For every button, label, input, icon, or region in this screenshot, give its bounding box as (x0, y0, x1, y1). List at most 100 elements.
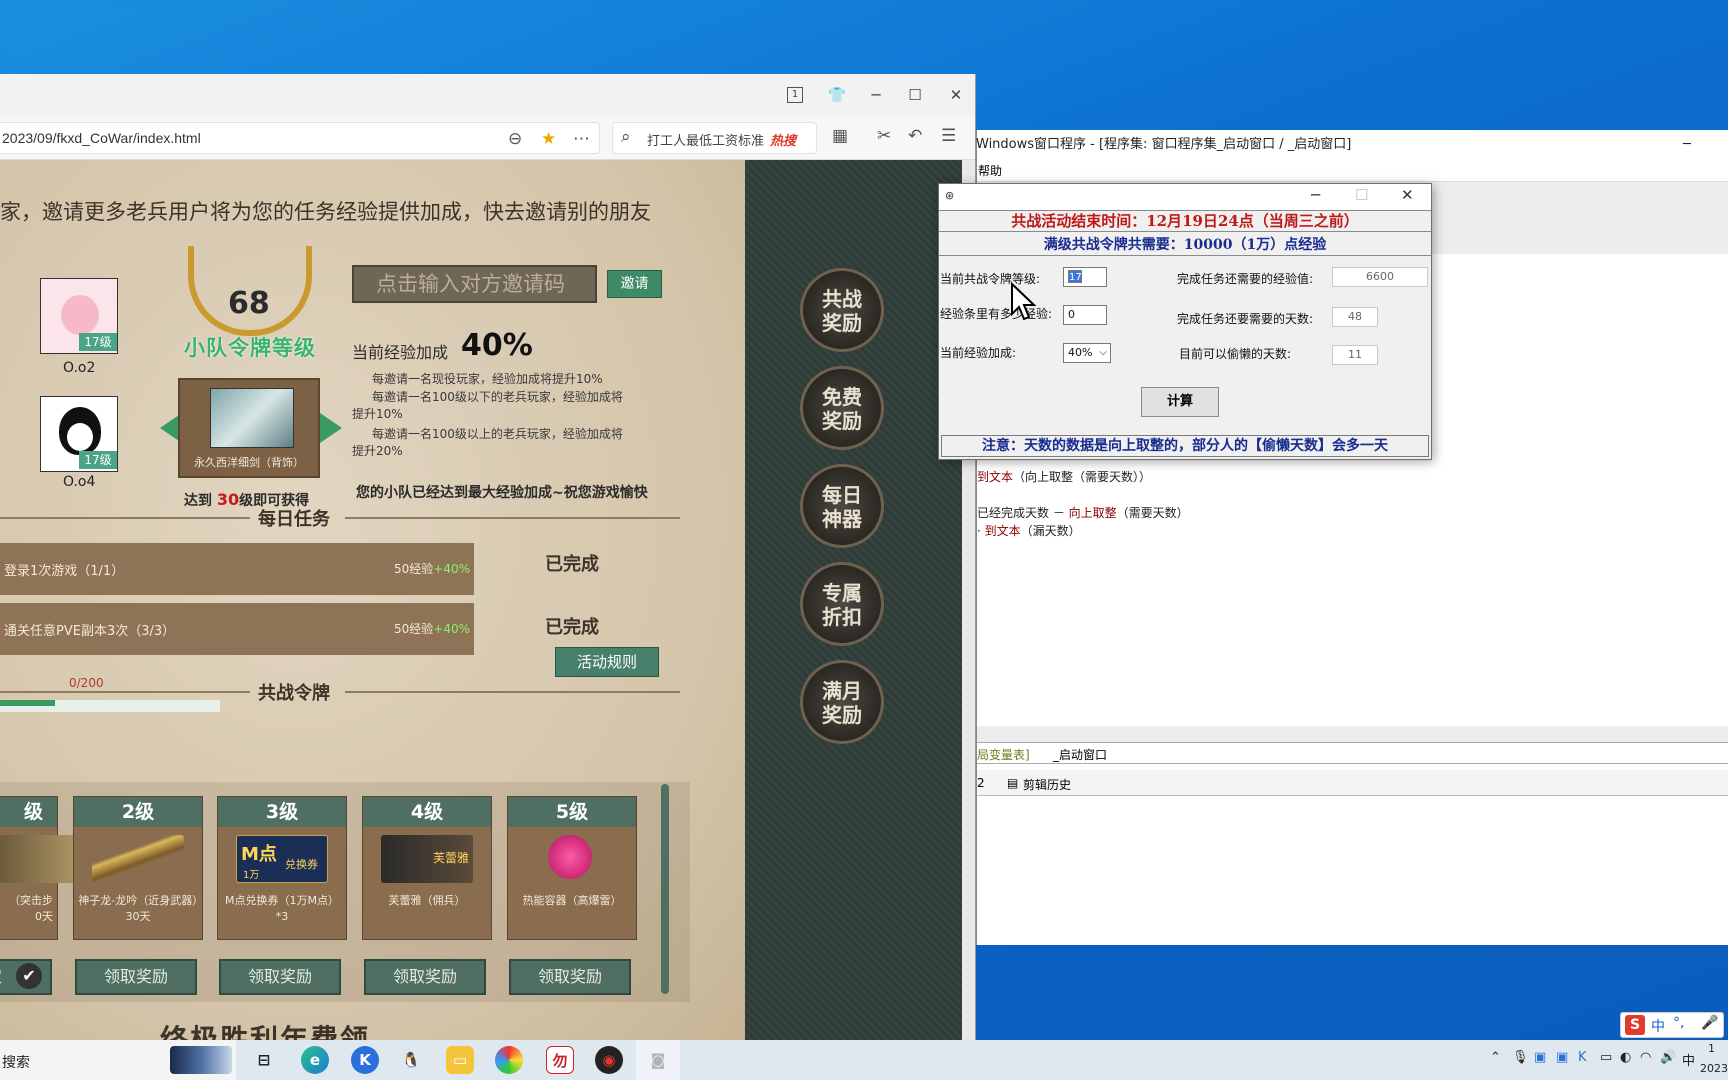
friend-name-1: O.o2 (63, 360, 96, 376)
tab-counter-icon[interactable]: 1 (787, 87, 803, 103)
file-explorer-icon[interactable]: ▭ (446, 1046, 474, 1074)
close-button[interactable]: ✕ (943, 82, 969, 108)
taskbar: 搜索 ⊟ e K 🐧 ▭ 勿 ◉ ◙ ⌃ 🎙 ▣ ▣ K ▭ ◐ ◠ 🔊 中 1… (0, 1040, 1728, 1080)
tab-2[interactable]: 2 (977, 776, 985, 790)
browser-window: 1 👕 ─ ☐ ✕ 2023/09/fkxd_CoWar/index.html … (0, 74, 976, 1040)
maximize-button[interactable]: ☐ (902, 82, 928, 108)
claim-button-4[interactable]: 领取奖励 (364, 959, 486, 995)
close-button[interactable]: ✕ (1401, 186, 1414, 204)
minimize-button[interactable]: ─ (863, 82, 889, 108)
battery-icon[interactable]: ▭ (1600, 1050, 1612, 1065)
activity-rules-button[interactable]: 活动规则 (555, 647, 659, 677)
label-bonus: 当前经验加成: (940, 346, 1017, 360)
zoom-out-icon[interactable]: ⊖ (508, 129, 522, 149)
maximize-button: ☐ (1355, 186, 1369, 204)
tab-startup-window[interactable]: _启动窗口 (1053, 746, 1107, 763)
wifi-icon[interactable]: ◠ (1640, 1050, 1651, 1065)
side-button-full-moon[interactable]: 满月 奖励 (800, 660, 884, 744)
team-level-title: 小队令牌等级 (184, 336, 316, 360)
reward-image (210, 388, 294, 448)
task-status: 已完成 (545, 617, 599, 638)
claim-button-3[interactable]: 领取奖励 (219, 959, 341, 995)
tray-app-icon[interactable]: ▣ (1556, 1050, 1568, 1065)
invite-code-input[interactable]: 点击输入对方邀请码 (352, 265, 597, 303)
edge-icon[interactable]: e (301, 1046, 329, 1074)
maxed-text: 您的小队已经达到最大经验加成~祝您游戏愉快 (356, 485, 648, 501)
skin-icon[interactable]: 👕 (824, 82, 850, 108)
task-view-icon[interactable]: ⊟ (250, 1046, 278, 1074)
k-tray-icon[interactable]: K (1578, 1050, 1587, 1065)
token-title: 共战令牌 (258, 683, 330, 704)
browser-360-icon[interactable] (495, 1046, 523, 1074)
friend-name-2: O.o4 (63, 474, 96, 490)
url-field[interactable]: 2023/09/fkxd_CoWar/index.html ⊖ ★ ⋯ (0, 122, 600, 154)
friend-avatar-1[interactable]: 17级 (40, 278, 118, 354)
ide-tabs: 局变量表] _启动窗口 (977, 742, 1728, 764)
recorder-icon[interactable]: ◉ (595, 1046, 623, 1074)
search-box[interactable]: ⌕ 打工人最低工资标准 热搜 (612, 122, 817, 154)
next-reward-arrow[interactable] (320, 413, 342, 443)
dialog-titlebar: ⊛ ─ ☐ ✕ (939, 184, 1431, 210)
side-button-battle-reward[interactable]: 共战 奖励 (800, 268, 884, 352)
volume-icon[interactable]: 🔊 (1660, 1050, 1676, 1065)
side-button-daily-artifact[interactable]: 每日 神器 (800, 464, 884, 548)
friend-level-badge: 17级 (79, 333, 117, 351)
tray-up-icon[interactable]: ⌃ (1490, 1050, 1501, 1065)
game-app-icon[interactable]: 勿 (546, 1046, 574, 1074)
menu-help[interactable]: 帮助 (978, 160, 1002, 182)
tab-clip-history[interactable]: 剪辑历史 (1023, 776, 1071, 793)
clock-time[interactable]: 1 (1708, 1042, 1715, 1055)
mercenary-image: 芙蕾雅 (381, 835, 473, 883)
calculate-button[interactable]: 计算 (1141, 387, 1219, 417)
tier-scrollbar[interactable] (661, 784, 669, 994)
qq-icon[interactable]: 🐧 (397, 1046, 425, 1074)
tier-card-1: 级 （突击步 0天 (0, 796, 91, 940)
apps-grid-icon[interactable]: ▦ (832, 126, 848, 146)
active-app-highlight (636, 1040, 680, 1080)
clock-date[interactable]: 2023 (1700, 1062, 1728, 1075)
ide-strip (977, 726, 1728, 742)
claim-button-5[interactable]: 领取奖励 (509, 959, 631, 995)
search-text: 打工人最低工资标准 (647, 134, 765, 149)
favorite-star-icon[interactable]: ★ (541, 129, 556, 149)
side-button-free-reward[interactable]: 免费 奖励 (800, 366, 884, 450)
ime-toolbar[interactable]: S 中 °, 🎤 (1620, 1012, 1724, 1038)
taskbar-search[interactable]: 搜索 (0, 1040, 236, 1080)
clipboard-icon: ▤ (1007, 776, 1019, 790)
rule-line-4: 每邀请一名100级以上的老兵玩家，经验加成将 (372, 427, 623, 441)
qq-tray-icon[interactable]: ◐ (1620, 1050, 1631, 1065)
tier-card-2: 2级 神子龙-龙吟（近身武器）30天 (73, 796, 203, 940)
ide-menu: 帮助 (977, 160, 1728, 182)
tray-app-icon[interactable]: ▣ (1534, 1050, 1546, 1065)
tab-globals[interactable]: 局变量表] (977, 746, 1030, 763)
sogou-icon: S (1625, 1015, 1645, 1035)
level-input[interactable]: 17 (1063, 267, 1107, 287)
task-row: 通关任意PVE副本3次（3/3） 50经验+40% (0, 603, 474, 655)
search-icon: ⌕ (621, 127, 631, 147)
exp-bar-input[interactable]: 0 (1063, 305, 1107, 325)
friend-avatar-2[interactable]: 17级 (40, 396, 118, 472)
minimize-button[interactable]: ─ (1311, 186, 1320, 204)
game-page: 家，邀请更多老兵用户将为您的任务经验提供加成，快去邀请别的朋友 17级 O.o2… (0, 160, 975, 1040)
rule-line-5: 提升20% (352, 444, 403, 458)
scissors-icon[interactable]: ✂ (877, 126, 891, 146)
k-browser-icon[interactable]: K (351, 1046, 379, 1074)
rounding-note: 注意：天数的数据是向上取整的，部分人的【偷懒天数】会多一天 (941, 435, 1429, 457)
invite-button[interactable]: 邀请 (607, 270, 662, 298)
ide-title: Windows窗口程序 - [程序集: 窗口程序集_启动窗口 / _启动窗口] … (976, 130, 1728, 160)
bonus-select[interactable]: 40% ⌵ (1063, 343, 1111, 363)
ime-indicator[interactable]: 中 (1682, 1050, 1695, 1069)
more-icon[interactable]: ⋯ (573, 129, 590, 149)
lazy-days-output: 11 (1332, 345, 1378, 365)
side-button-discount[interactable]: 专属 折扣 (800, 562, 884, 646)
task-status: 已完成 (545, 554, 599, 575)
undo-icon[interactable]: ↶ (908, 126, 922, 146)
grenade-image (548, 835, 592, 879)
rule-line-3: 提升10% (352, 407, 403, 421)
claim-button-2[interactable]: 领取奖励 (75, 959, 197, 995)
team-level-number: 68 (228, 286, 270, 321)
code-line: 已经完成天数 － 向上取整（需要天数） (977, 506, 1189, 520)
menu-icon[interactable]: ☰ (941, 126, 956, 146)
minimize-button[interactable]: ─ (1683, 130, 1691, 160)
mic-tray-icon[interactable]: 🎙 (1512, 1050, 1529, 1065)
